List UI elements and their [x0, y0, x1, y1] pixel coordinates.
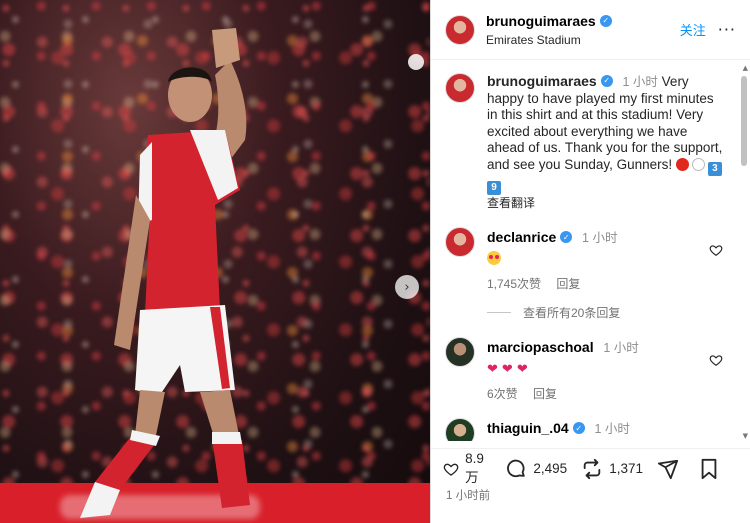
see-translation-link[interactable]: 查看翻译 [487, 195, 727, 212]
heart-icon[interactable] [709, 353, 723, 367]
comment-count: 2,495 [533, 461, 568, 476]
comment-item: declanrice ✓ 1 小时 1,745次赞 回复 [431, 227, 750, 292]
send-icon[interactable] [657, 458, 679, 480]
comment-item: marciopaschoal 1 小时 ❤ ❤ ❤ 6次赞 回复 [431, 337, 750, 402]
white-circle-emoji [691, 157, 705, 171]
comment-time: 1 小时 [594, 422, 630, 436]
comment-text [487, 251, 737, 267]
comment-avatar[interactable] [445, 227, 475, 257]
author-username[interactable]: brunoguimaraes ✓ [486, 13, 612, 29]
verified-icon: ✓ [600, 75, 613, 88]
location-link[interactable]: Emirates Stadium [486, 33, 680, 47]
comment-username[interactable]: thiaguin_.04 ✓ [487, 420, 585, 436]
follow-button[interactable]: 关注 [680, 20, 706, 39]
heart-emoji: ❤ [487, 362, 498, 377]
view-replies-button[interactable]: 查看所有20条回复 [487, 304, 750, 321]
more-options-icon[interactable]: ··· [718, 20, 736, 39]
heart-eyes-emoji [487, 251, 501, 265]
bookmark-icon[interactable] [699, 458, 719, 480]
post-header: brunoguimaraes ✓ Emirates Stadium 关注 ··· [431, 0, 750, 60]
caption-avatar[interactable] [445, 73, 475, 103]
replies-divider [487, 312, 511, 313]
comment-icon[interactable] [505, 458, 527, 480]
comment-avatar[interactable] [445, 418, 475, 441]
keycap-emoji: 9 [487, 180, 501, 195]
author-avatar[interactable] [445, 14, 475, 45]
post-timestamp: 1 小时前 [446, 490, 491, 502]
caption-username[interactable]: brunoguimaraes ✓ [487, 73, 613, 90]
comment-time: 1 小时 [582, 231, 618, 245]
scrollbar-thumb[interactable] [741, 76, 747, 166]
reply-button[interactable]: 回复 [556, 277, 580, 291]
comment-button[interactable]: 2,495 [505, 458, 567, 480]
caption: brunoguimaraes ✓ 1 小时 Very happy to have… [431, 61, 750, 211]
verified-icon: ✓ [560, 231, 573, 243]
heart-icon[interactable] [709, 243, 723, 257]
comment-avatar[interactable] [445, 337, 475, 367]
comment-item: thiaguin_.04✓ 1 小时 🔥 [431, 418, 750, 441]
verified-icon: ✓ [599, 14, 612, 27]
comments-scroll[interactable]: brunoguimaraes ✓ 1 小时 Very happy to have… [431, 61, 750, 441]
keycap-emoji: 3 [707, 161, 722, 176]
comment-likes[interactable]: 1,745次赞 [487, 277, 541, 291]
scroll-up-icon[interactable]: ▲ [743, 64, 748, 72]
post-photo: › [0, 0, 430, 523]
scroll-down-icon[interactable]: ▼ [743, 432, 748, 440]
scrollbar[interactable]: ▲ ▼ [740, 62, 748, 442]
heart-emoji: ❤ [516, 362, 528, 377]
comment-username[interactable]: declanrice ✓ [487, 229, 573, 245]
like-count: 8.9 万 [465, 451, 484, 485]
repost-icon[interactable] [581, 458, 603, 480]
reply-button[interactable]: 回复 [533, 387, 557, 401]
heart-icon[interactable] [443, 458, 459, 480]
repost-count: 1,371 [609, 461, 643, 476]
heart-emoji: ❤ [501, 362, 513, 377]
caption-time: 1 小时 [622, 75, 658, 89]
comment-time: 1 小时 [603, 341, 639, 355]
comment-text: ❤ ❤ ❤ [487, 361, 737, 377]
player-figure [80, 28, 250, 518]
post-sidebar: brunoguimaraes ✓ Emirates Stadium 关注 ···… [430, 0, 750, 523]
action-bar: 8.9 万 2,495 1,371 [431, 448, 750, 488]
bookmark-button[interactable] [699, 458, 725, 480]
repost-button[interactable]: 1,371 [581, 458, 643, 480]
like-button[interactable]: 8.9 万 [443, 451, 491, 486]
red-circle-emoji [675, 157, 689, 171]
light-spot [408, 54, 424, 70]
chevron-right-icon[interactable]: › [395, 275, 419, 299]
comment-username[interactable]: marciopaschoal [487, 339, 594, 355]
comment-likes[interactable]: 6次赞 [487, 387, 518, 401]
share-button[interactable] [657, 458, 685, 480]
verified-icon: ✓ [572, 422, 585, 434]
